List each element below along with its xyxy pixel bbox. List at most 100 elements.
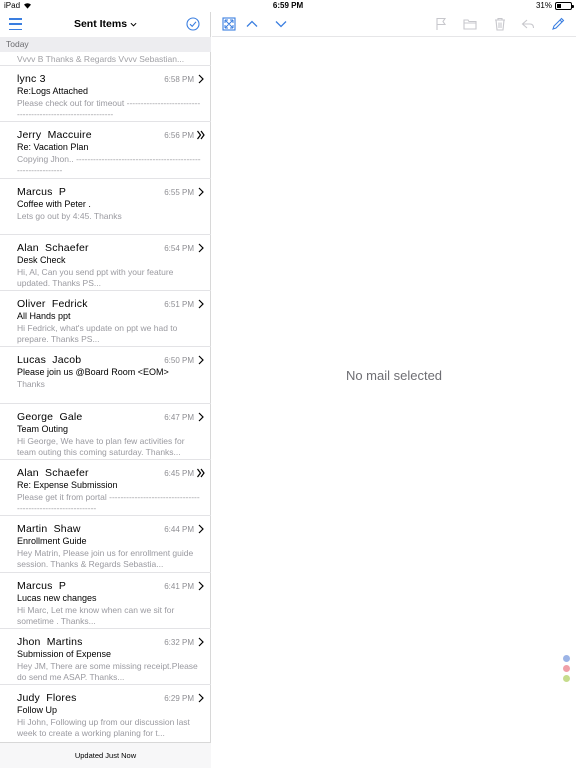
status-right: 31% [535, 1, 574, 10]
mail-subject: Follow Up [17, 705, 58, 716]
mail-preview: Hi, Al, Can you send ppt with your featu… [17, 266, 174, 288]
mail-time: 6:29 PM [164, 694, 194, 704]
partial-list-item[interactable]: Vvvv B Thanks & Regards Vvvv Sebastian..… [0, 52, 211, 66]
mail-subject: Team Outing [17, 423, 69, 434]
chevron-right-icon [198, 412, 204, 422]
mail-subject: Desk Check [17, 254, 66, 265]
mail-preview: Hey JM, There are some missing receipt.P… [17, 660, 198, 682]
mail-time: 6:44 PM [164, 525, 194, 535]
mail-sender: Oliver Fedrick [17, 298, 88, 311]
checkmark-circle-icon[interactable] [186, 17, 200, 31]
mail-sender: Marcus P [17, 579, 67, 592]
trash-icon[interactable] [493, 17, 507, 31]
indicator-dot-green [563, 675, 570, 682]
mail-subject: Submission of Expense [17, 648, 112, 659]
mail-time: 6:45 PM [164, 469, 194, 479]
mail-subject: Enrollment Guide [17, 536, 87, 547]
mail-subject: Lucas new changes [17, 592, 97, 603]
battery-icon [555, 1, 574, 10]
mail-sender: Alan Schaefer [17, 467, 89, 480]
chevron-up-icon[interactable] [245, 17, 259, 31]
indicator-dot-red [563, 665, 570, 672]
flag-icon[interactable] [434, 17, 448, 31]
list-item[interactable]: Martin Shaw 6:44 PM Enrollment Guide Hey Ma… [0, 516, 211, 573]
list-item[interactable]: Jhon Martins 6:32 PM Submission of Expense… [0, 629, 211, 686]
mail-sender: Martin Shaw [17, 523, 81, 536]
detail-toolbar [212, 12, 576, 37]
expand-icon[interactable] [222, 17, 236, 31]
folder-icon[interactable] [463, 17, 477, 31]
mail-time: 6:50 PM [164, 356, 194, 366]
chevron-right-icon [198, 299, 204, 309]
mail-subject: Re:Logs Attached [17, 86, 89, 96]
mail-preview: Please get it from portal --------------… [17, 492, 200, 514]
list-item[interactable]: Alan Schaefer 6:45 PM Re: Expense Submissi… [0, 460, 211, 517]
mail-time: 6:51 PM [164, 300, 194, 310]
mail-preview: Lets go out by 4:45. Thanks [17, 210, 122, 221]
mail-subject: Re: Expense Submission [17, 480, 118, 491]
status-bar: iPad 6:59 PM 31% [0, 0, 576, 12]
mail-sender: Marcus P [17, 185, 67, 198]
message-list-pane: Sent Items Today Vvvv B Thanks & Regards… [0, 12, 211, 768]
mail-subject: All Hands ppt [17, 311, 71, 322]
list-item[interactable]: Lucas Jacob 6:50 PM Please join us @Board … [0, 347, 211, 404]
reply-icon[interactable] [521, 17, 535, 31]
mail-sender: Judy Flores [17, 692, 77, 705]
mail-sender: lync 3 [17, 73, 46, 85]
mail-sender: Lucas Jacob [17, 354, 82, 367]
chevron-down-icon[interactable] [274, 17, 288, 31]
page-indicator [563, 655, 570, 682]
list-item[interactable]: Marcus P 6:41 PM Lucas new changes Hi Marc,… [0, 573, 211, 629]
list-item[interactable]: Judy Flores 6:29 PM Follow Up Hi John, Foll… [0, 685, 211, 741]
list-nav-bar: Sent Items [0, 12, 211, 37]
chevron-right-icon [198, 524, 204, 534]
double-chevron-right-icon [197, 468, 205, 478]
folder-title: Sent Items [73, 18, 128, 30]
mail-time: 6:55 PM [164, 187, 194, 197]
chevron-right-icon [198, 581, 204, 591]
list-item[interactable]: Marcus P 6:55 PM Coffee with Peter . Lets g… [0, 179, 211, 235]
chevron-right-icon [198, 356, 204, 365]
section-header-today: Today [0, 37, 211, 52]
mail-time: 6:47 PM [164, 412, 194, 422]
mail-preview: Hi George, We have to plan few activitie… [17, 435, 185, 457]
list-item[interactable]: lync 3 6:58 PM Re:Logs Attached Please chec… [0, 66, 211, 123]
status-time: 6:59 PM [272, 1, 304, 10]
mail-subject: Coffee with Peter . [17, 198, 91, 209]
mail-sender: Jerry Maccuire [17, 129, 92, 142]
chevron-right-icon [198, 74, 204, 84]
mail-preview: Hi Marc, Let me know when can we sit for… [17, 604, 175, 626]
chevron-right-icon [198, 693, 204, 703]
list-item[interactable]: Alan Schaefer 6:54 PM Desk Check Hi, Al, Ca… [0, 235, 211, 292]
mail-preview: Hi Fedrick, what's update on ppt we had … [17, 323, 178, 345]
mail-time: 6:56 PM [164, 131, 194, 141]
mail-preview: Thanks [17, 379, 45, 390]
mail-preview: Hey Matrin, Please join us for enrollmen… [17, 548, 194, 570]
empty-detail-message: No mail selected [345, 368, 443, 383]
update-status: Updated Just Now [0, 742, 211, 768]
chevron-right-icon [198, 243, 204, 253]
message-list[interactable]: Vvvv B Thanks & Regards Vvvv Sebastian..… [0, 52, 211, 742]
mail-preview: Hi John, Following up from our discussio… [17, 717, 190, 739]
list-item[interactable]: Jerry Maccuire 6:56 PM Re: Vacation Plan Co… [0, 122, 211, 179]
mail-preview: Please check out for timeout -----------… [17, 98, 201, 119]
mail-sender: Alan Schaefer [17, 241, 89, 254]
list-item[interactable]: George Gale 6:47 PM Team Outing Hi George, … [0, 404, 211, 461]
mail-time: 6:58 PM [164, 75, 194, 84]
mail-time: 6:54 PM [164, 243, 194, 253]
pencil-icon[interactable] [551, 17, 565, 31]
list-item[interactable]: Oliver Fedrick 6:51 PM All Hands ppt Hi Fed… [0, 291, 211, 348]
indicator-dot-blue [563, 655, 570, 662]
mail-sender: George Gale [17, 410, 83, 423]
double-chevron-right-icon [197, 130, 205, 140]
mail-time: 6:41 PM [164, 581, 194, 591]
chevron-right-icon [198, 637, 204, 647]
mail-time: 6:32 PM [164, 637, 194, 647]
mail-subject: Please join us @Board Room <EOM> [17, 367, 169, 378]
mail-sender: Jhon Martins [17, 635, 83, 648]
mail-subject: Re: Vacation Plan [17, 142, 89, 153]
chevron-right-icon [198, 187, 204, 197]
battery-percent: 31% [535, 1, 552, 10]
chevron-down-icon [130, 22, 137, 27]
folder-picker[interactable]: Sent Items [0, 18, 211, 30]
